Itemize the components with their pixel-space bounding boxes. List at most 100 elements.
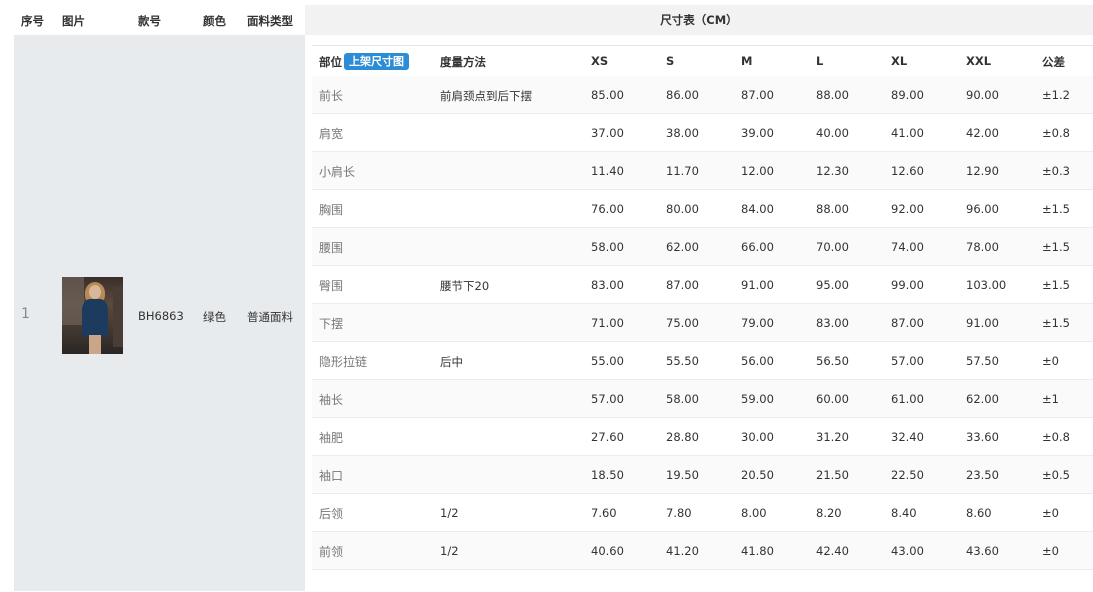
part-name: 隐形拉链 bbox=[319, 355, 368, 369]
size-value: 39.00 bbox=[741, 126, 774, 140]
size-value: 74.00 bbox=[891, 240, 924, 254]
tolerance-value: ±0.5 bbox=[1042, 468, 1070, 482]
part-name: 下摆 bbox=[319, 317, 344, 331]
color-value: 绿色 bbox=[203, 310, 226, 324]
col-header-seq: 序号 bbox=[21, 14, 44, 28]
part-name: 袖长 bbox=[319, 393, 344, 407]
size-value: 92.00 bbox=[891, 202, 924, 216]
size-value: 80.00 bbox=[666, 202, 699, 216]
size-value: 8.00 bbox=[741, 506, 767, 520]
table-row: 袖肥 27.60 28.80 30.00 31.20 32.40 33.60 ±0.8 bbox=[312, 418, 1093, 456]
size-value: 71.00 bbox=[591, 316, 624, 330]
col-header-image: 图片 bbox=[62, 14, 85, 28]
tolerance-value: ±0 bbox=[1042, 354, 1059, 368]
size-header-m: M bbox=[741, 54, 753, 68]
table-row: 腰围 58.00 62.00 66.00 70.00 74.00 78.00 ±1.5 bbox=[312, 228, 1093, 266]
size-header-xs: XS bbox=[591, 54, 609, 68]
col-header-style-no: 款号 bbox=[138, 14, 161, 28]
size-value: 21.50 bbox=[816, 468, 849, 482]
col-header-fabric: 面料类型 bbox=[247, 14, 293, 28]
measure-method: 腰节下20 bbox=[440, 279, 490, 293]
size-value: 60.00 bbox=[816, 392, 849, 406]
size-value: 19.50 bbox=[666, 468, 699, 482]
size-value: 12.90 bbox=[966, 164, 999, 178]
size-value: 87.00 bbox=[891, 316, 924, 330]
part-name: 肩宽 bbox=[319, 127, 344, 141]
table-row: 小肩长 11.40 11.70 12.00 12.30 12.60 12.90 ±0.3 bbox=[312, 152, 1093, 190]
part-name: 小肩长 bbox=[319, 165, 356, 179]
size-value: 57.00 bbox=[891, 354, 924, 368]
part-name: 臀围 bbox=[319, 279, 344, 293]
size-value: 85.00 bbox=[591, 88, 624, 102]
size-value: 42.00 bbox=[966, 126, 999, 140]
table-row: 袖长 57.00 58.00 59.00 60.00 61.00 62.00 ±1 bbox=[312, 380, 1093, 418]
size-value: 28.80 bbox=[666, 430, 699, 444]
size-value: 95.00 bbox=[816, 278, 849, 292]
size-value: 96.00 bbox=[966, 202, 999, 216]
size-value: 8.20 bbox=[816, 506, 842, 520]
size-table-header: 部位 上架尺寸图 度量方法 XS S M L XL XXL 公差 bbox=[312, 46, 1093, 76]
size-value: 88.00 bbox=[816, 202, 849, 216]
tolerance-value: ±0.3 bbox=[1042, 164, 1070, 178]
part-header: 部位 bbox=[319, 55, 342, 69]
size-value: 11.40 bbox=[591, 164, 624, 178]
table-row: 前领 1/2 40.60 41.20 41.80 42.40 43.00 43.60 ±0 bbox=[312, 532, 1093, 570]
size-value: 57.50 bbox=[966, 354, 999, 368]
size-header-xxl: XXL bbox=[966, 54, 992, 68]
listing-size-chart-button[interactable]: 上架尺寸图 bbox=[344, 53, 409, 70]
style-no: BH6863 bbox=[138, 309, 184, 323]
size-value: 87.00 bbox=[666, 278, 699, 292]
size-value: 86.00 bbox=[666, 88, 699, 102]
size-value: 22.50 bbox=[891, 468, 924, 482]
size-value: 70.00 bbox=[816, 240, 849, 254]
size-value: 12.00 bbox=[741, 164, 774, 178]
size-value: 7.60 bbox=[591, 506, 617, 520]
size-header-l: L bbox=[816, 54, 824, 68]
size-value: 76.00 bbox=[591, 202, 624, 216]
tolerance-value: ±1.5 bbox=[1042, 278, 1070, 292]
table-row: 肩宽 37.00 38.00 39.00 40.00 41.00 42.00 ±0.8 bbox=[312, 114, 1093, 152]
size-value: 27.60 bbox=[591, 430, 624, 444]
size-rows: 前长 前肩颈点到后下摆 85.00 86.00 87.00 88.00 89.00 90.00… bbox=[312, 76, 1093, 570]
table-row: 袖口 18.50 19.50 20.50 21.50 22.50 23.50 ±0.5 bbox=[312, 456, 1093, 494]
size-value: 40.60 bbox=[591, 544, 624, 558]
size-value: 37.00 bbox=[591, 126, 624, 140]
table-row: 臀围 腰节下20 83.00 87.00 91.00 95.00 99.00 103.00 ±1… bbox=[312, 266, 1093, 304]
measure-method: 1/2 bbox=[440, 506, 459, 520]
part-name: 前长 bbox=[319, 89, 344, 103]
size-value: 62.00 bbox=[966, 392, 999, 406]
table-row: 前长 前肩颈点到后下摆 85.00 86.00 87.00 88.00 89.00 90.00… bbox=[312, 76, 1093, 114]
product-image[interactable] bbox=[62, 277, 123, 354]
size-value: 23.50 bbox=[966, 468, 999, 482]
part-name: 前领 bbox=[319, 545, 344, 559]
size-value: 59.00 bbox=[741, 392, 774, 406]
size-value: 41.00 bbox=[891, 126, 924, 140]
size-value: 8.60 bbox=[966, 506, 992, 520]
size-value: 12.60 bbox=[891, 164, 924, 178]
table-row: 胸围 76.00 80.00 84.00 88.00 92.00 96.00 ±1.5 bbox=[312, 190, 1093, 228]
method-header: 度量方法 bbox=[440, 55, 486, 69]
size-value: 11.70 bbox=[666, 164, 699, 178]
tolerance-value: ±1.5 bbox=[1042, 316, 1070, 330]
product-row: 1 BH6863 绿色 普通面料 bbox=[14, 35, 305, 591]
size-value: 56.50 bbox=[816, 354, 849, 368]
size-value: 33.60 bbox=[966, 430, 999, 444]
size-value: 79.00 bbox=[741, 316, 774, 330]
tolerance-value: ±1.5 bbox=[1042, 240, 1070, 254]
table-row: 后领 1/2 7.60 7.80 8.00 8.20 8.40 8.60 ±0 bbox=[312, 494, 1093, 532]
size-value: 30.00 bbox=[741, 430, 774, 444]
size-value: 41.20 bbox=[666, 544, 699, 558]
size-value: 58.00 bbox=[591, 240, 624, 254]
size-value: 84.00 bbox=[741, 202, 774, 216]
tolerance-value: ±1.2 bbox=[1042, 88, 1070, 102]
table-row: 隐形拉链 后中 55.00 55.50 56.00 56.50 57.00 57.50 ±0 bbox=[312, 342, 1093, 380]
size-value: 66.00 bbox=[741, 240, 774, 254]
size-value: 31.20 bbox=[816, 430, 849, 444]
size-value: 56.00 bbox=[741, 354, 774, 368]
measure-method: 后中 bbox=[440, 355, 463, 369]
fabric-value: 普通面料 bbox=[247, 310, 293, 324]
size-header-s: S bbox=[666, 54, 675, 68]
size-value: 32.40 bbox=[891, 430, 924, 444]
measure-method: 前肩颈点到后下摆 bbox=[440, 89, 532, 103]
tolerance-header: 公差 bbox=[1042, 55, 1065, 69]
